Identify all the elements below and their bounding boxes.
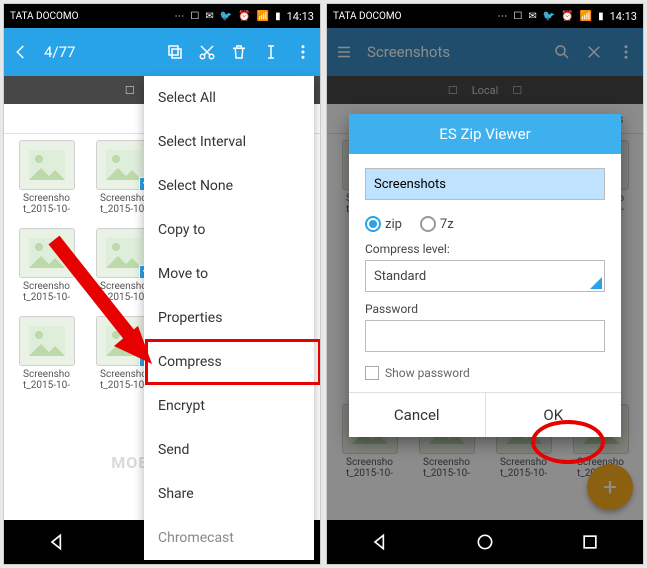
menu-properties[interactable]: Properties: [144, 296, 314, 340]
nav-recent-icon[interactable]: [580, 532, 600, 552]
menu-select-none[interactable]: Select None: [144, 164, 314, 208]
screenshot-left: TATA DOCOMO ⋯☐✉🐦⏰📶▮ 14:13 4/77 ☐Local☐ a…: [3, 3, 321, 565]
radio-zip[interactable]: zip: [365, 216, 402, 232]
status-bar: TATA DOCOMO ⋯☐✉🐦⏰📶▮ 14:13: [327, 4, 643, 28]
menu-move-to[interactable]: Move to: [144, 252, 314, 296]
selection-toolbar: 4/77: [4, 28, 320, 76]
zip-dialog: ES Zip Viewer zip 7z Compress level: Sta…: [349, 114, 621, 437]
menu-compress[interactable]: Compress: [144, 340, 314, 384]
file-thumb[interactable]: Screenshot_2015-10-: [10, 140, 83, 224]
arrow-icon: [42, 234, 162, 374]
password-input[interactable]: [365, 320, 605, 352]
format-radios: zip 7z: [365, 216, 605, 232]
nav-bar: [327, 520, 643, 564]
selection-counter: 4/77: [44, 43, 152, 61]
copy-icon[interactable]: [166, 43, 184, 61]
cancel-button[interactable]: Cancel: [349, 393, 486, 437]
delete-icon[interactable]: [230, 43, 248, 61]
menu-chromecast[interactable]: Chromecast: [144, 516, 314, 560]
menu-share[interactable]: Share: [144, 472, 314, 516]
carrier-label: TATA DOCOMO: [10, 11, 79, 22]
menu-encrypt[interactable]: Encrypt: [144, 384, 314, 428]
rename-icon[interactable]: [262, 43, 280, 61]
back-icon[interactable]: [12, 43, 30, 61]
dialog-title: ES Zip Viewer: [349, 114, 621, 154]
cut-icon[interactable]: [198, 43, 216, 61]
nav-back-icon[interactable]: [47, 532, 67, 552]
status-bar: TATA DOCOMO ⋯☐✉🐦⏰📶▮ 14:13: [4, 4, 320, 28]
overflow-icon[interactable]: [294, 43, 312, 61]
show-password-toggle[interactable]: Show password: [365, 366, 605, 380]
compress-level-select[interactable]: Standard: [365, 260, 605, 292]
nav-back-icon[interactable]: [370, 532, 390, 552]
status-icons: ⋯☐✉🐦⏰📶▮: [79, 11, 281, 22]
password-label: Password: [365, 302, 605, 316]
menu-send[interactable]: Send: [144, 428, 314, 472]
menu-select-all[interactable]: Select All: [144, 76, 314, 120]
status-time: 14:13: [287, 10, 314, 23]
ok-button[interactable]: OK: [486, 393, 622, 437]
screenshot-right: TATA DOCOMO ⋯☐✉🐦⏰📶▮ 14:13 Screenshots ☐L…: [326, 3, 644, 565]
context-menu: Select All Select Interval Select None C…: [144, 76, 314, 560]
radio-7z[interactable]: 7z: [420, 216, 454, 232]
archive-name-input[interactable]: [365, 168, 605, 200]
menu-copy-to[interactable]: Copy to: [144, 208, 314, 252]
menu-select-interval[interactable]: Select Interval: [144, 120, 314, 164]
nav-home-icon[interactable]: [475, 532, 495, 552]
compress-level-label: Compress level:: [365, 242, 605, 256]
